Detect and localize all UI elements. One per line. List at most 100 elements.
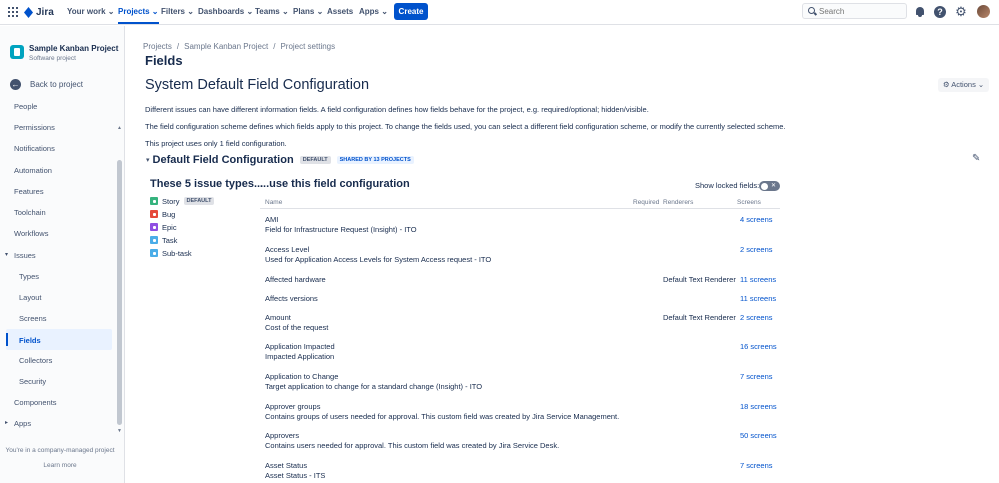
- column-header-screens: Screens: [737, 199, 761, 206]
- issue-type-bug: Bug: [150, 209, 175, 219]
- create-button[interactable]: Create: [394, 3, 428, 20]
- show-locked-toggle[interactable]: [759, 181, 780, 191]
- column-header-renderers: Renderers: [663, 199, 694, 206]
- shared-lozenge[interactable]: SHARED BY 13 PROJECTS: [336, 156, 414, 164]
- field-screens-link[interactable]: 7 screens: [740, 461, 773, 470]
- help-icon[interactable]: ?: [934, 6, 946, 18]
- field-name: Approvers: [265, 431, 300, 440]
- search-icon: [808, 7, 815, 14]
- sidebar-item-collectors[interactable]: Collectors: [19, 356, 52, 365]
- field-description: Contains users needed for approval. This…: [265, 441, 560, 450]
- field-name: Amount: [265, 313, 291, 322]
- description-paragraph-2: The field configuration scheme defines w…: [145, 122, 786, 131]
- project-name[interactable]: Sample Kanban Project: [29, 44, 118, 53]
- top-navigation: Jira Your work ⌄ Projects ⌄ Filters ⌄ Da…: [0, 0, 999, 25]
- sidebar-scrollbar[interactable]: [117, 160, 122, 425]
- field-description: Impacted Application: [265, 352, 335, 361]
- sidebar-item-permissions[interactable]: Permissions: [14, 123, 55, 132]
- sidebar-item-automation[interactable]: Automation: [14, 166, 52, 175]
- search-input[interactable]: [819, 6, 904, 17]
- chevron-right-icon[interactable]: ▸: [5, 419, 8, 426]
- issue-type-story: Story DEFAULT: [150, 196, 215, 206]
- jira-logo-icon: [24, 7, 33, 18]
- actions-label: Actions ⌄: [951, 80, 985, 89]
- user-avatar[interactable]: [977, 5, 990, 18]
- field-screens-link[interactable]: 4 screens: [740, 215, 773, 224]
- nav-plans[interactable]: Plans ⌄: [293, 7, 323, 16]
- sidebar-item-types[interactable]: Types: [19, 272, 39, 281]
- field-description: Asset Status - ITS: [265, 471, 326, 480]
- sidebar-item-layout[interactable]: Layout: [19, 293, 42, 302]
- issue-type-epic: Epic: [150, 222, 177, 232]
- page-heading: Fields: [145, 53, 183, 68]
- description-paragraph-1: Different issues can have different info…: [145, 105, 649, 114]
- fields-heading: ...use this field configuration: [260, 178, 410, 190]
- sidebar-item-people[interactable]: People: [14, 102, 37, 111]
- project-avatar-icon: [10, 45, 24, 59]
- scroll-down-arrow-icon[interactable]: ▼: [117, 428, 122, 434]
- chevron-down-icon[interactable]: ▾: [5, 251, 8, 258]
- sidebar-item-issues[interactable]: Issues: [14, 251, 36, 260]
- breadcrumb-project[interactable]: Sample Kanban Project: [184, 42, 268, 51]
- gear-icon: ⚙: [942, 80, 952, 89]
- sidebar-item-features[interactable]: Features: [14, 187, 44, 196]
- field-screens-link[interactable]: 7 screens: [740, 372, 773, 381]
- back-to-project-button[interactable]: ← Back to project: [10, 79, 120, 91]
- field-screens-link[interactable]: 18 screens: [740, 402, 777, 411]
- field-screens-link[interactable]: 11 screens: [740, 294, 776, 303]
- notifications-bell-icon[interactable]: [914, 6, 926, 18]
- sidebar-item-workflows[interactable]: Workflows: [14, 229, 48, 238]
- field-description: Target application to change for a stand…: [265, 382, 483, 391]
- field-name: Application to Change: [265, 372, 339, 381]
- back-to-project-label: Back to project: [30, 80, 83, 89]
- field-name: Asset Status: [265, 461, 308, 470]
- arrow-left-icon: ←: [10, 79, 21, 90]
- sidebar-item-components[interactable]: Components: [14, 398, 57, 407]
- actions-button[interactable]: ⚙ Actions ⌄: [938, 78, 989, 92]
- jira-logo-text: Jira: [36, 7, 54, 18]
- sidebar-item-toolchain[interactable]: Toolchain: [14, 208, 46, 217]
- default-lozenge: DEFAULT: [299, 156, 331, 164]
- sidebar-item-notifications[interactable]: Notifications: [14, 144, 55, 153]
- field-description: Contains groups of users needed for appr…: [265, 412, 620, 421]
- issue-types-heading: These 5 issue types...: [150, 178, 264, 190]
- field-screens-link[interactable]: 16 screens: [740, 342, 777, 351]
- field-name: Access Level: [265, 245, 310, 254]
- chevron-down-icon[interactable]: ▾: [146, 156, 150, 164]
- field-screens-link[interactable]: 2 screens: [740, 245, 773, 254]
- story-icon: [150, 197, 158, 205]
- learn-more-link[interactable]: Learn more: [0, 462, 120, 469]
- breadcrumb-projects[interactable]: Projects: [143, 42, 172, 51]
- nav-your-work[interactable]: Your work ⌄: [67, 7, 114, 16]
- settings-gear-icon[interactable]: ⚙: [955, 5, 967, 18]
- column-header-name: Name: [265, 199, 283, 206]
- sidebar-item-fields[interactable]: Fields: [19, 336, 41, 345]
- breadcrumb-project-settings[interactable]: Project settings: [280, 42, 335, 51]
- field-name: Affected hardware: [265, 275, 326, 284]
- nav-filters[interactable]: Filters ⌄: [161, 7, 194, 16]
- table-header-divider: [260, 208, 780, 209]
- nav-projects[interactable]: Projects ⌄: [118, 7, 159, 24]
- app-switcher-icon[interactable]: [8, 7, 18, 17]
- nav-assets[interactable]: Assets: [327, 7, 353, 16]
- field-screens-link[interactable]: 2 screens: [740, 313, 773, 322]
- issue-type-subtask: Sub-task: [150, 248, 192, 258]
- jira-logo[interactable]: Jira: [24, 6, 54, 19]
- nav-teams[interactable]: Teams ⌄: [255, 7, 289, 16]
- edit-pencil-icon[interactable]: ✎: [972, 154, 982, 164]
- field-screens-link[interactable]: 11 screens: [740, 275, 776, 284]
- field-description: Used for Application Access Levels for S…: [265, 255, 492, 264]
- scroll-up-arrow-icon[interactable]: ▲: [117, 125, 122, 131]
- description-paragraph-3: This project uses only 1 field configura…: [145, 139, 287, 148]
- show-locked-label: Show locked fields:: [695, 181, 760, 190]
- field-screens-link[interactable]: 50 screens: [740, 431, 777, 440]
- sidebar-item-security[interactable]: Security: [19, 377, 46, 386]
- sidebar-item-apps[interactable]: Apps: [14, 419, 31, 428]
- subtask-icon: [150, 249, 158, 257]
- nav-dashboards[interactable]: Dashboards ⌄: [198, 7, 253, 16]
- search-box[interactable]: [802, 3, 907, 19]
- sidebar-item-screens[interactable]: Screens: [19, 314, 47, 323]
- field-name: Affects versions: [265, 294, 318, 303]
- configuration-header: ▾ Default Field Configuration DEFAULT SH…: [146, 154, 414, 166]
- nav-apps[interactable]: Apps ⌄: [359, 7, 388, 16]
